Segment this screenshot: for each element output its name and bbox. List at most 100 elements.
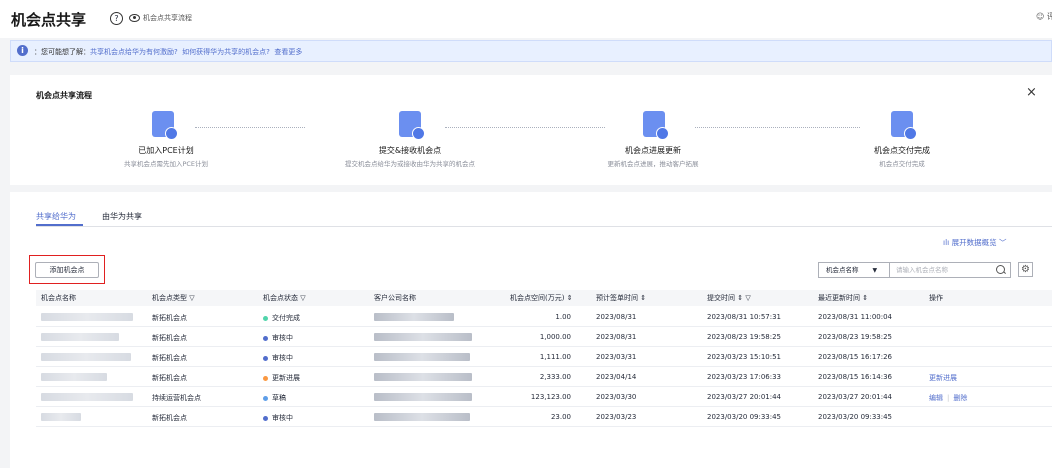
row-sign-date: 2023/08/31 [596,313,637,321]
notice-link-obtain[interactable]: 如何获得华为共享的机会点? [182,48,270,56]
redacted-company [374,373,472,381]
action-link[interactable]: 编辑 [929,394,943,402]
col-submit-time[interactable]: 提交时间 ⇕ ▽ [707,293,751,303]
row-sign-date: 2023/03/31 [596,353,637,361]
close-icon[interactable]: × [1026,85,1037,100]
notice-link-incentive[interactable]: 共享机会点给华为有何激励? [90,48,178,56]
row-divider [36,406,1052,407]
notice-prefix: ：您可能想了解： [34,48,90,56]
add-opportunity-button[interactable]: 添加机会点 [35,262,99,278]
search-icon[interactable] [996,265,1005,274]
status-label: 更新进展 [272,374,300,382]
status-dot [263,335,268,341]
notice-link-more[interactable]: 查看更多 [274,48,302,56]
action-link[interactable]: 删除 [953,394,967,402]
col-amount[interactable]: 机会点空间(万元) ⇕ [510,293,573,303]
step-title: 机会点交付完成 [874,146,930,155]
step-desc: 提交机会点给华为或接收由华为共享的机会点 [345,160,475,168]
document-check-icon [152,111,178,140]
redacted-name[interactable] [41,373,107,381]
col-type-label: 机会点类型 [152,294,187,302]
redacted-name[interactable] [41,333,119,341]
redacted-name[interactable] [41,313,133,321]
gear-icon[interactable]: ⚙ [1018,262,1033,277]
filter-icon[interactable]: ▽ [300,294,305,302]
sort-icon[interactable]: ⇕ [862,294,868,302]
row-divider [36,346,1052,347]
row-type: 持续运营机会点 [152,394,201,402]
row-sign-date: 2023/03/30 [596,393,637,401]
row-divider [36,326,1052,327]
row-amount: 23.00 [550,413,571,421]
document-clock-icon [891,111,917,140]
row-submit-time: 2023/03/20 09:33:45 [707,413,782,421]
expand-label: 展开数据概览 [951,238,997,247]
status-label: 审核中 [272,334,293,342]
tab-shared-by-huawei[interactable]: 由华为共享 [102,211,142,222]
help-icon[interactable]: ? [110,12,123,25]
tab-share-to-huawei[interactable]: 共享给华为 [36,211,76,222]
step-title: 已加入PCE计划 [138,146,194,155]
row-updated-time: 2023/08/31 11:00:04 [818,313,893,321]
col-updated-label: 最近更新时间 [818,294,860,302]
eye-icon[interactable] [129,14,140,22]
status-dot [263,375,268,381]
row-type: 新拓机会点 [152,334,187,342]
status-dot [263,395,268,401]
row-divider [36,426,1052,427]
flow-title: 机会点共享流程 [36,91,92,100]
sort-icon[interactable]: ⇕ [567,294,573,302]
col-updated-time[interactable]: 最近更新时间 ⇕ [818,293,868,303]
redacted-name[interactable] [41,413,81,421]
redacted-company [374,413,470,421]
redacted-company [374,313,454,321]
row-type: 新拓机会点 [152,414,187,422]
action-link[interactable]: 更新进展 [929,374,957,382]
flow-link[interactable]: 机会点共享流程 [143,13,192,23]
row-updated-time: 2023/08/15 16:14:36 [818,373,893,381]
row-status: 草稿 [263,393,286,403]
redacted-name[interactable] [41,393,133,401]
notice-text: ：您可能想了解：共享机会点给华为有何激励? 如何获得华为共享的机会点? 查看更多 [34,47,302,57]
row-submit-time: 2023/03/27 20:01:44 [707,393,782,401]
eval-link[interactable]: ☺ 评价 [1036,11,1052,22]
step-title: 提交&接收机会点 [378,146,442,155]
filter-icon[interactable]: ▽ [189,294,194,302]
page-title: 机会点共享 [11,11,87,29]
status-dot [263,315,268,321]
row-type: 新拓机会点 [152,314,187,322]
row-updated-time: 2023/03/27 20:01:44 [818,393,893,401]
redacted-name[interactable] [41,353,131,361]
row-updated-time: 2023/08/15 16:17:26 [818,353,893,361]
row-amount: 1,000.00 [539,333,571,341]
caret-down-icon: ▼ [872,267,878,274]
document-update-icon [643,111,669,140]
row-amount: 123,123.00 [530,393,571,401]
action-separator: | [947,394,950,402]
flow-connector [445,127,605,128]
row-sign-date: 2023/04/14 [596,373,637,381]
col-type[interactable]: 机会点类型 ▽ [152,293,195,303]
col-actions: 操作 [929,294,943,302]
filter-icon[interactable]: ▽ [745,294,750,302]
status-dot [263,355,268,361]
status-label: 审核中 [272,414,293,422]
col-submit-label: 提交时间 [707,294,735,302]
filter-field-select[interactable]: 机会点名称 ▼ [818,262,890,278]
col-sign-date[interactable]: 预计签单时间 ⇕ [596,293,646,303]
row-amount: 1,111.00 [539,353,571,361]
row-type: 新拓机会点 [152,374,187,382]
search-input[interactable]: 请输入机会点名称 [889,262,1011,278]
status-dot [263,415,268,421]
sort-icon[interactable]: ⇕ [737,294,743,302]
sort-icon[interactable]: ⇕ [640,294,646,302]
row-status: 审核中 [263,353,293,363]
expand-overview-button[interactable]: ılı 展开数据概览 ﹀ [943,237,1007,248]
exchange-icon [399,111,425,140]
redacted-company [374,333,472,341]
row-submit-time: 2023/03/23 17:06:33 [707,373,782,381]
row-submit-time: 2023/08/31 10:57:31 [707,313,782,321]
row-type: 新拓机会点 [152,354,187,362]
row-updated-time: 2023/03/20 09:33:45 [818,413,893,421]
col-status[interactable]: 机会点状态 ▽ [263,293,306,303]
